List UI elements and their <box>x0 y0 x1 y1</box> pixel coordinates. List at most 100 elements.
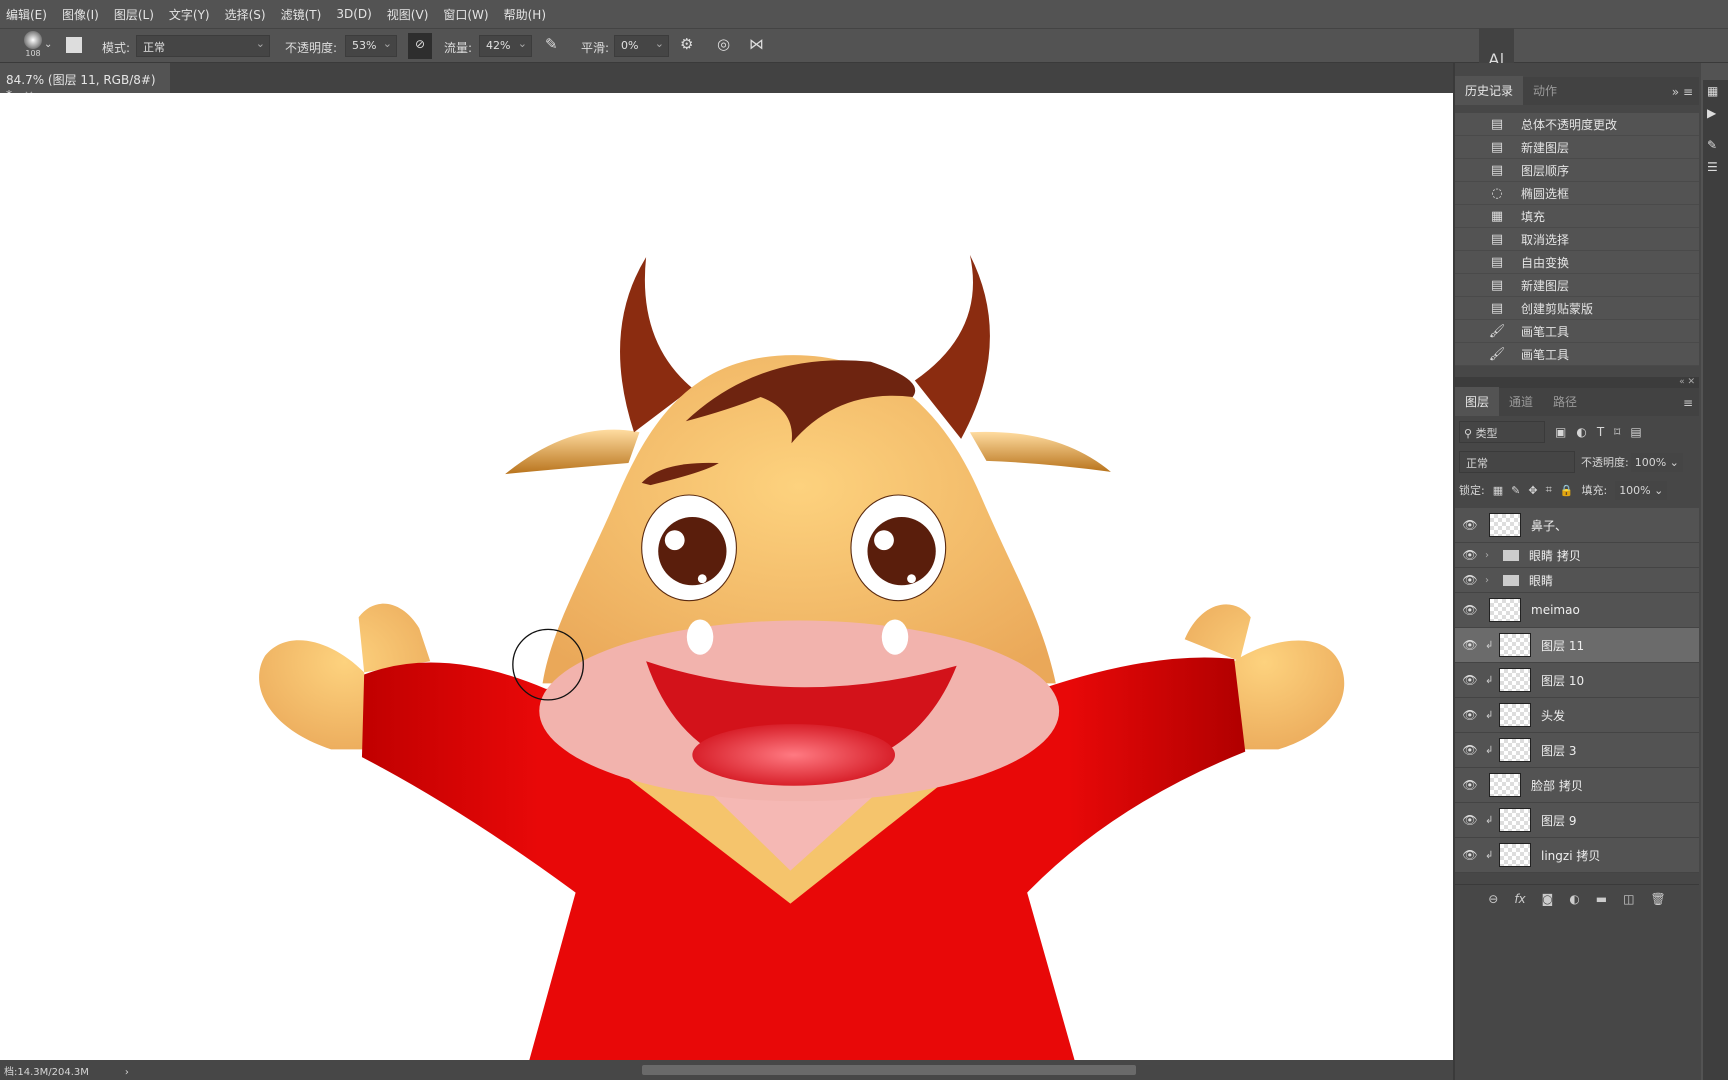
play-icon[interactable]: ▶ <box>1703 102 1728 124</box>
layer-row[interactable]: 👁 ↲ 图层 9 <box>1455 803 1699 838</box>
layer-row[interactable]: 👁 ↲ 图层 3 <box>1455 733 1699 768</box>
panel-menu-icon[interactable]: » ≡ <box>1666 79 1699 105</box>
trash-icon[interactable]: 🗑 <box>1650 892 1665 906</box>
menu-image[interactable]: 图像(I) <box>62 6 99 23</box>
visibility-eye-icon[interactable]: 👁 <box>1455 573 1485 587</box>
chevron-right-icon[interactable]: › <box>1485 550 1499 561</box>
visibility-eye-icon[interactable]: 👁 <box>1455 638 1485 652</box>
brush-settings-icon[interactable] <box>66 37 82 53</box>
fill-input[interactable]: 100% ⌄ <box>1615 480 1668 500</box>
layer-row[interactable]: 👁 ↲ 图层 11 <box>1455 628 1699 663</box>
layer-name: 头发 <box>1541 708 1566 723</box>
link-layers-icon[interactable]: ⊖ <box>1488 892 1498 906</box>
menu-edit[interactable]: 编辑(E) <box>6 6 47 23</box>
visibility-eye-icon[interactable]: 👁 <box>1455 743 1485 757</box>
pressure-opacity-icon[interactable]: ⊘ <box>408 33 432 59</box>
lock-artboard-icon[interactable]: ⌗ <box>1546 483 1552 497</box>
tab-paths[interactable]: 路径 <box>1543 387 1587 416</box>
lock-pixels-icon[interactable]: ✎ <box>1511 484 1520 497</box>
history-item[interactable]: ◌ 椭圆选框 <box>1455 182 1699 205</box>
brush-settings-panel-icon[interactable]: ✎ <box>1703 134 1728 156</box>
menu-filter[interactable]: 滤镜(T) <box>281 6 322 23</box>
chevron-down-icon[interactable]: ⌄ <box>44 39 52 50</box>
document-icon: ▤ <box>1490 139 1504 155</box>
history-item[interactable]: ▤ 新建图层 <box>1455 136 1699 159</box>
new-layer-icon[interactable]: ◫ <box>1623 892 1634 906</box>
mode-select[interactable]: 正常 <box>136 35 270 57</box>
layer-row[interactable]: 👁 ↲ lingzi 拷贝 <box>1455 838 1699 873</box>
add-mask-icon[interactable]: ◙ <box>1542 892 1554 906</box>
gear-icon[interactable]: ⚙ <box>680 35 693 53</box>
history-item[interactable]: ▤ 新建图层 <box>1455 274 1699 297</box>
layers-list[interactable]: 👁 鼻子、 👁 › 眼睛 拷贝 👁 › 眼睛 👁 meimao 👁 ↲ 图层 11 👁 ↲ 图层 10 👁 ↲ 头发… <box>1455 508 1699 884</box>
layer-opacity-input[interactable]: 100% ⌄ <box>1630 452 1683 472</box>
lock-all-icon[interactable]: 🔒 <box>1560 484 1574 497</box>
blend-mode-select[interactable]: 正常 <box>1459 451 1575 473</box>
shape-filter-icon[interactable]: ⌑ <box>1614 425 1620 439</box>
chevron-right-icon[interactable]: › <box>1485 575 1499 586</box>
lock-transparent-icon[interactable]: ▦ <box>1493 484 1503 497</box>
tab-layers[interactable]: 图层 <box>1455 387 1500 416</box>
right-ear <box>969 431 1111 472</box>
layer-row[interactable]: 👁 鼻子、 <box>1455 508 1699 543</box>
tab-history[interactable]: 历史记录 <box>1455 76 1524 105</box>
menu-layer[interactable]: 图层(L) <box>114 6 154 23</box>
opacity-input[interactable]: 53% <box>345 35 397 57</box>
document-tab[interactable]: 84.7% (图层 11, RGB/8#) * × <box>0 63 170 102</box>
airbrush-icon[interactable]: ✎ <box>545 35 558 53</box>
visibility-eye-icon[interactable]: 👁 <box>1455 518 1485 532</box>
new-group-icon[interactable]: ▬ <box>1596 892 1607 906</box>
visibility-eye-icon[interactable]: 👁 <box>1455 813 1485 827</box>
type-filter-icon[interactable]: T <box>1597 425 1604 439</box>
fx-icon[interactable]: fx <box>1514 892 1525 906</box>
menu-3d[interactable]: 3D(D) <box>336 7 371 21</box>
history-item-label: 椭圆选框 <box>1521 186 1570 201</box>
adjustment-layer-icon[interactable]: ◐ <box>1569 892 1579 906</box>
history-item[interactable]: ▦ 填充 <box>1455 205 1699 228</box>
visibility-eye-icon[interactable]: 👁 <box>1455 673 1485 687</box>
history-item[interactable]: 🖌 画笔工具 <box>1455 343 1699 366</box>
lock-position-icon[interactable]: ✥ <box>1528 484 1537 497</box>
chevron-right-icon[interactable]: › <box>125 1067 129 1078</box>
layer-row[interactable]: 👁 meimao <box>1455 593 1699 628</box>
layer-row[interactable]: 👁 › 眼睛 拷贝 <box>1455 543 1699 568</box>
pressure-size-icon[interactable]: ◎ <box>717 35 730 53</box>
menu-type[interactable]: 文字(Y) <box>169 6 210 23</box>
layer-row[interactable]: 👁 ↲ 头发 <box>1455 698 1699 733</box>
layer-row[interactable]: 👁 脸部 拷贝 <box>1455 768 1699 803</box>
visibility-eye-icon[interactable]: 👁 <box>1455 848 1485 862</box>
canvas[interactable] <box>0 93 1453 1060</box>
history-item[interactable]: ▤ 取消选择 <box>1455 228 1699 251</box>
tab-channels[interactable]: 通道 <box>1499 387 1543 416</box>
menu-help[interactable]: 帮助(H) <box>504 6 546 23</box>
properties-icon[interactable]: ▦ <box>1703 80 1728 102</box>
tab-actions[interactable]: 动作 <box>1523 76 1567 105</box>
layer-row[interactable]: 👁 ↲ 图层 10 <box>1455 663 1699 698</box>
history-item[interactable]: ▤ 图层顺序 <box>1455 159 1699 182</box>
menu-select[interactable]: 选择(S) <box>225 6 266 23</box>
left-ear <box>505 429 640 475</box>
visibility-eye-icon[interactable]: 👁 <box>1455 603 1485 617</box>
visibility-eye-icon[interactable]: 👁 <box>1455 548 1485 562</box>
visibility-eye-icon[interactable]: 👁 <box>1455 708 1485 722</box>
pixel-filter-icon[interactable]: ▣ <box>1555 425 1566 439</box>
blend-mode-value: 正常 <box>1466 457 1488 470</box>
adjustment-filter-icon[interactable]: ◐ <box>1576 425 1586 439</box>
layer-row[interactable]: 👁 › 眼睛 <box>1455 568 1699 593</box>
panel-menu-icon[interactable]: ≡ <box>1677 390 1699 416</box>
menu-view[interactable]: 视图(V) <box>387 6 429 23</box>
smart-object-filter-icon[interactable]: ▤ <box>1630 425 1641 439</box>
menu-window[interactable]: 窗口(W) <box>443 6 488 23</box>
layer-filter-select[interactable]: ⚲ 类型 <box>1459 421 1545 443</box>
cow-illustration <box>259 254 1345 1060</box>
flow-input[interactable]: 42% <box>479 35 532 57</box>
history-item[interactable]: ▤ 创建剪贴蒙版 <box>1455 297 1699 320</box>
history-item[interactable]: 🖌 画笔工具 <box>1455 320 1699 343</box>
adjust-icon[interactable]: ☰ <box>1703 156 1728 178</box>
history-item[interactable]: ▤ 总体不透明度更改 <box>1455 113 1699 136</box>
horizontal-scrollbar[interactable] <box>642 1065 1136 1075</box>
history-item[interactable]: ▤ 自由变换 <box>1455 251 1699 274</box>
visibility-eye-icon[interactable]: 👁 <box>1455 778 1485 792</box>
smoothing-input[interactable]: 0% <box>614 35 669 57</box>
symmetry-icon[interactable]: ⋈ <box>749 35 764 53</box>
